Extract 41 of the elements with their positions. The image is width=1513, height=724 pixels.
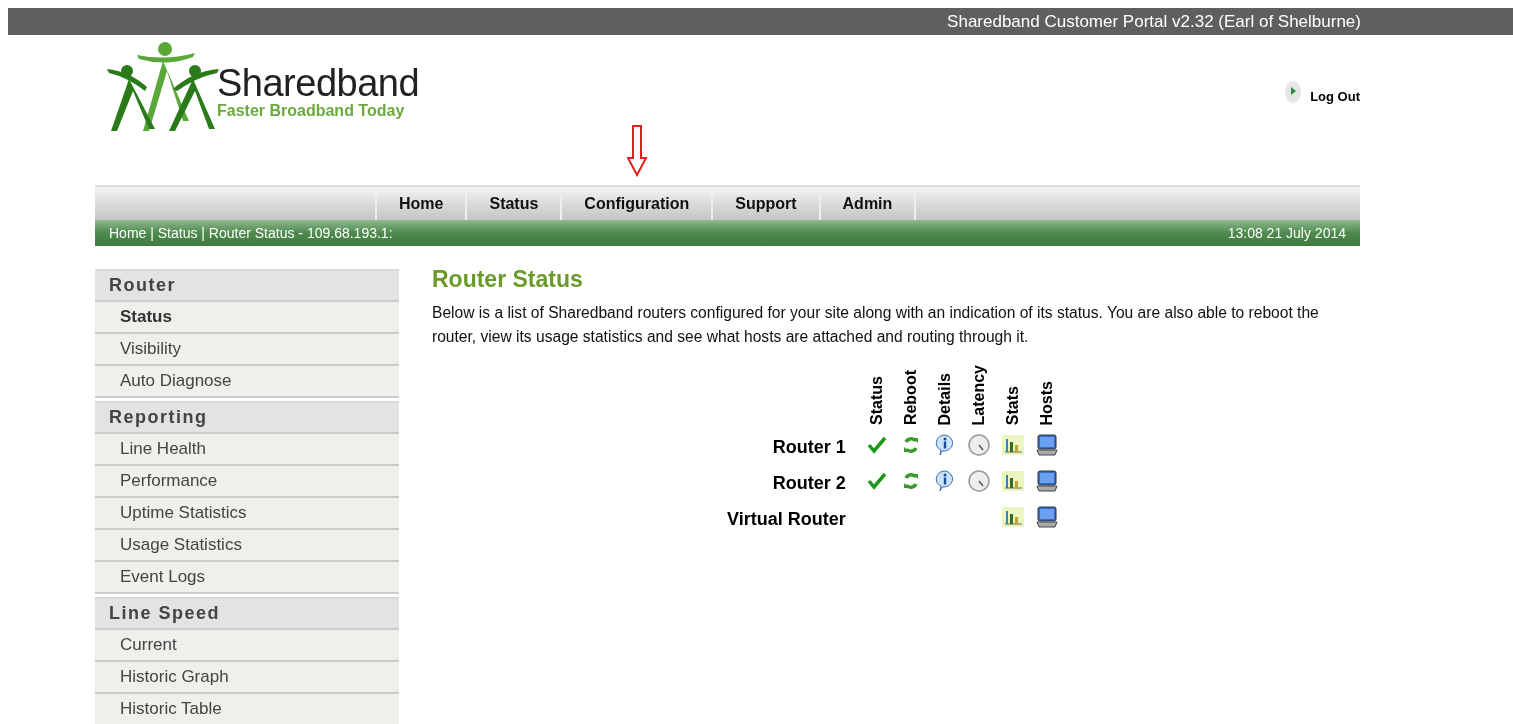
column-header: Hosts [1037,380,1056,425]
sidebar-item[interactable]: Line Health [95,434,399,466]
column-header: Stats [1003,385,1022,425]
computer-icon[interactable] [1034,505,1059,529]
column-header: Details [935,372,954,425]
sidebar-header: Reporting [95,401,399,434]
computer-icon[interactable] [1034,433,1059,457]
page-title: Router Status [432,266,584,293]
column-header: Reboot [901,369,920,425]
logo-tagline: Faster Broadband Today [217,102,406,120]
sidebar-item[interactable]: Historic Graph [95,662,399,694]
column-header: Status [867,376,886,425]
people-logo-icon [107,41,219,133]
sidebar-item[interactable]: Performance [95,466,399,498]
description: Below is a list of Sharedband routers configured for your site along with an indication of its status. You are also able to reboot the router, view its usage statistics and see what hosts are attached and routing through it. [432,303,1320,347]
router-name: Router 2 [772,472,846,493]
computer-icon[interactable] [1034,469,1059,493]
logo-name: Sharedband [217,64,420,103]
sidebar-item[interactable]: Auto Diagnose [95,366,399,398]
play-icon[interactable] [1284,79,1303,104]
date-time: 13:08 21 July 2014 [1227,225,1346,241]
sidebar-item[interactable]: Visibility [95,334,399,366]
sidebar-item[interactable]: Status [95,302,399,334]
sidebar-item[interactable]: Uptime Statistics [95,498,399,530]
router-name: Virtual Router [727,508,846,529]
bar-chart-icon[interactable] [1000,433,1025,457]
bar-chart-icon[interactable] [1000,505,1025,529]
breadcrumb: Home | Status | Router Status - 109.68.193.1: [109,225,393,241]
gauge-icon[interactable] [966,433,991,457]
sidebar-item[interactable]: Usage Statistics [95,530,399,562]
sidebar-header: Router [95,269,399,302]
column-header: Latency [969,364,988,425]
sidebar-header: Line Speed [95,597,399,630]
sidebar-item[interactable]: Current [95,630,399,662]
sidebar-item[interactable]: Historic Table [95,694,399,724]
sidebar-item[interactable]: Event Logs [95,562,399,594]
logout-link[interactable]: Log Out [1310,89,1360,104]
router-name: Router 1 [772,436,846,457]
bar-chart-icon[interactable] [1000,469,1025,493]
portal-title: Sharedband Customer Portal v2.32 (Earl of Shelburne) [947,11,1361,32]
gauge-icon[interactable] [966,469,991,493]
